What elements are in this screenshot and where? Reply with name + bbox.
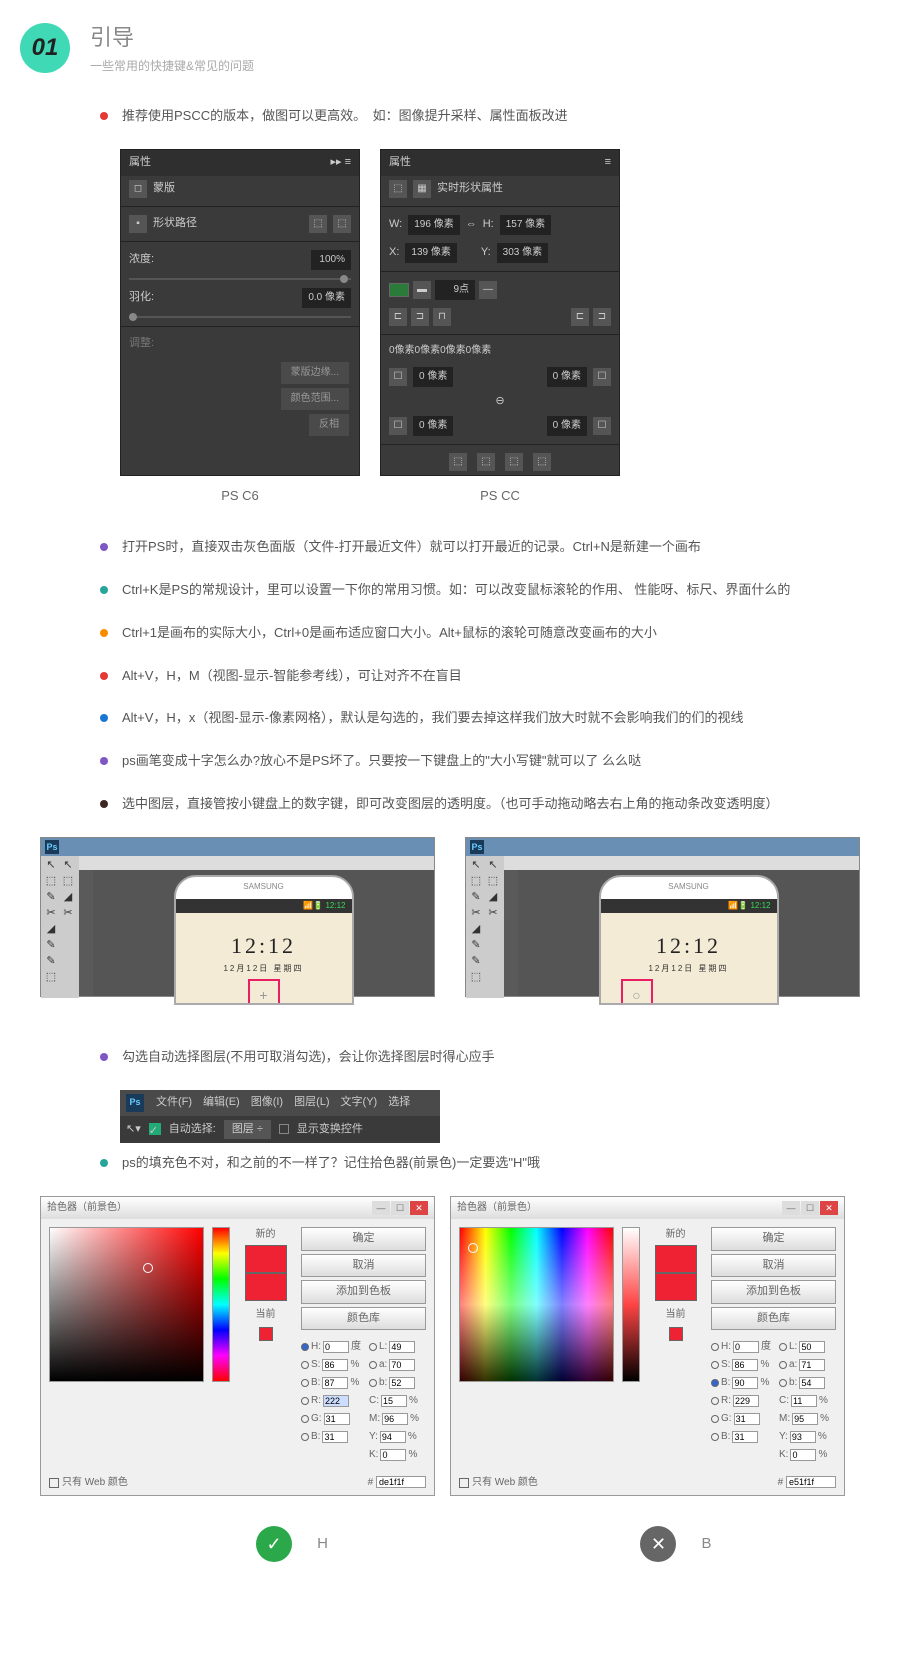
section-number-badge: 01 <box>20 23 70 73</box>
intro-text: 推荐使用PSCC的版本，做图可以更高效。 如：图像提升采样、属性面板改进 <box>122 106 568 127</box>
bullet-icon <box>100 757 108 765</box>
section-subtitle: 一些常用的快捷键&常见的问题 <box>90 57 254 76</box>
color-picker-b: 拾色器（前景色）—☐✕ 新的当前 确定 取消 添加到色板 颜色库 H:度 S:%… <box>450 1196 845 1496</box>
menubar-screenshot: Ps文件(F) 编辑(E) 图像(I) 图层(L) 文字(Y) 选择 ↖▾✓自动… <box>120 1090 440 1144</box>
verdict-row: ✓ H ✕ B <box>100 1526 868 1562</box>
tip-text: 打开PS时，直接双击灰色面版（文件-打开最近文件）就可以打开最近的记录。Ctrl… <box>122 537 701 558</box>
tip-text: ps画笔变成十字怎么办?放心不是PS坏了。只要按一下键盘上的"大小写键"就可以了… <box>122 751 641 772</box>
bullet-icon <box>100 1159 108 1167</box>
panel-ps-cc: 属性≡ ⬚▦实时形状属性 W:196 像素⇔H:157 像素 X:139 像素Y… <box>380 149 620 476</box>
screenshot-cursor-cross: Ps ↖⬚✎✂◢✎✎⬚↖⬚◢✂ SAMSUNG 📶🔋 12:12 12:12 1… <box>40 837 435 997</box>
caption-c6: PS C6 <box>120 486 360 507</box>
bullet-icon <box>100 714 108 722</box>
tip-text: Alt+V，H，x（视图-显示-像素网格），默认是勾选的，我们要去掉这样我们放大… <box>122 708 743 729</box>
color-picker-h: 拾色器（前景色）—☐✕ 新的当前 确定 取消 添加到色板 颜色库 H:度 S:%… <box>40 1196 435 1496</box>
verdict-h: H <box>317 1532 328 1556</box>
tip-text: Ctrl+1是画布的实际大小，Ctrl+0是画布适应窗口大小。Alt+鼠标的滚轮… <box>122 623 657 644</box>
bullet-icon <box>100 1053 108 1061</box>
bullet-icon <box>100 672 108 680</box>
screenshot-cursor-circle: Ps ↖⬚✎✂◢✎✎⬚↖⬚◢✂ SAMSUNG 📶🔋 12:12 12:12 1… <box>465 837 860 997</box>
caption-cc: PS CC <box>380 486 620 507</box>
section-header: 01 引导 一些常用的快捷键&常见的问题 <box>20 20 868 76</box>
bullet-icon <box>100 629 108 637</box>
section-title: 引导 <box>90 20 254 55</box>
bullet-icon <box>100 543 108 551</box>
tip-colorpicker: ps的填充色不对，和之前的不一样了？记住拾色器(前景色)一定要选"H"哦 <box>122 1153 540 1174</box>
cross-icon: ✕ <box>640 1526 676 1562</box>
bullet-icon <box>100 800 108 808</box>
bullet-icon <box>100 586 108 594</box>
tip-autoselect: 勾选自动选择图层(不用可取消勾选)，会让你选择图层时得心应手 <box>122 1047 495 1068</box>
properties-panels: 属性▸▸ ≡ ◻蒙版 ▪形状路径⬚⬚ 浓度:100% 羽化:0.0 像素 调整:… <box>120 149 868 476</box>
tip-text: 选中图层，直接管按小键盘上的数字键，即可改变图层的透明度。（也可手动拖动略去右上… <box>122 794 779 815</box>
tip-text: Alt+V，H，M（视图-显示-智能参考线），可让对齐不在盲目 <box>122 666 462 687</box>
panel-ps-c6: 属性▸▸ ≡ ◻蒙版 ▪形状路径⬚⬚ 浓度:100% 羽化:0.0 像素 调整:… <box>120 149 360 476</box>
check-icon: ✓ <box>256 1526 292 1562</box>
verdict-b: B <box>701 1532 711 1556</box>
tip-text: Ctrl+K是PS的常规设计，里可以设置一下你的常用习惯。如：可以改变鼠标滚轮的… <box>122 580 790 601</box>
bullet-icon <box>100 112 108 120</box>
